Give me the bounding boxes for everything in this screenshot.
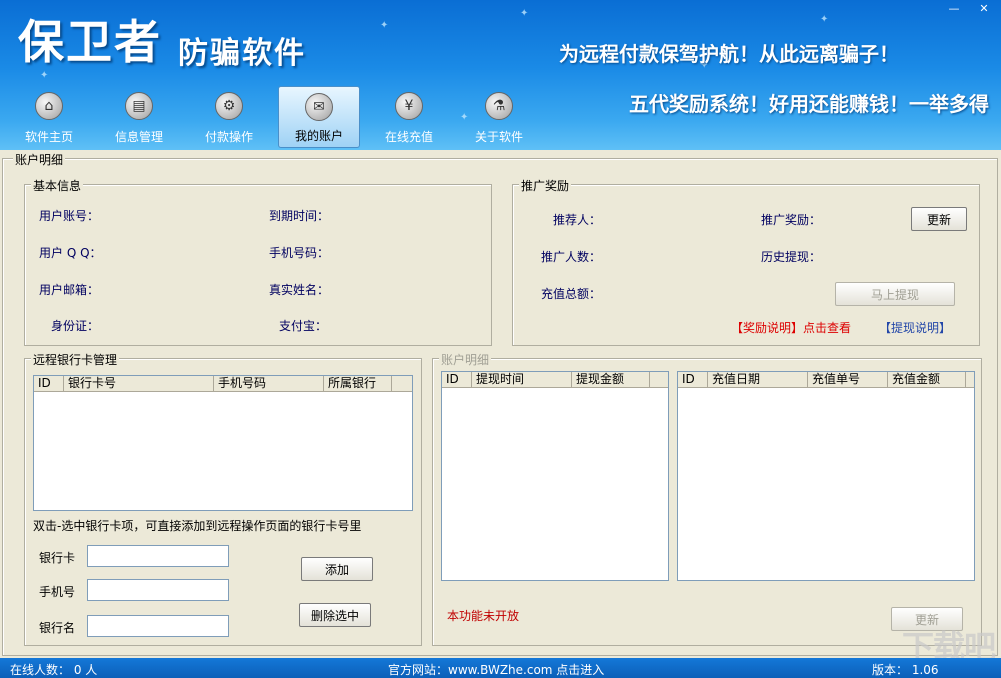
column-header[interactable]: 充值金额 xyxy=(888,372,966,387)
delete-selected-button[interactable]: 删除选中 xyxy=(299,603,371,627)
column-header[interactable]: ID xyxy=(442,372,472,387)
recharge-total-label: 充值总额： xyxy=(541,287,602,301)
column-header[interactable]: 所属银行 xyxy=(324,376,392,391)
phone-input[interactable] xyxy=(87,579,229,601)
microscope-icon: ⚗ xyxy=(485,92,513,120)
nav-about[interactable]: ⚗ 关于软件 xyxy=(458,86,540,148)
nav-label: 关于软件 xyxy=(474,130,523,144)
account-detail-group: 账户明细 ID 提现时间 提现金额 ID 充值日期 充值单号 充值金额 本功能未… xyxy=(432,351,982,646)
website-link[interactable]: 官方网站：www.BWZhe.com 点击进入 xyxy=(388,661,604,678)
promo-refresh-button[interactable]: 更新 xyxy=(911,207,967,231)
minimize-button[interactable]: — xyxy=(943,2,965,16)
phone-field-label: 手机号 xyxy=(39,585,76,599)
realname-label: 真实姓名： xyxy=(269,283,330,297)
list-header: ID 银行卡号 手机号码 所属银行 xyxy=(34,376,412,392)
card-number-input[interactable] xyxy=(87,545,229,567)
reward-note-link[interactable]: 【奖励说明】点击查看 xyxy=(731,319,851,336)
bank-card-group: 远程银行卡管理 ID 银行卡号 手机号码 所属银行 双击-选中银行卡项，可直接添… xyxy=(24,351,422,646)
nav-label: 付款操作 xyxy=(204,130,253,144)
list-header: ID 充值日期 充值单号 充值金额 xyxy=(678,372,974,388)
withdraw-now-button[interactable]: 马上提现 xyxy=(835,282,955,306)
promo-reward-group: 推广奖励 推荐人： 推广奖励： 更新 推广人数： 历史提现： 充值总额： 马上提… xyxy=(512,177,980,346)
promo-count-label: 推广人数： xyxy=(541,250,602,264)
account-label: 用户账号： xyxy=(39,209,100,223)
nav-info-manage[interactable]: ▤ 信息管理 xyxy=(98,86,180,148)
slogan-secondary: 五代奖励系统！好用还能赚钱！一举多得 xyxy=(629,92,989,116)
group-title: 账户明细 xyxy=(439,351,492,368)
online-count: 在线人数： 0 人 xyxy=(10,663,98,677)
list-header: ID 提现时间 提现金额 xyxy=(442,372,668,388)
yen-icon: ¥ xyxy=(395,92,423,120)
panel-title: 账户明细 xyxy=(13,151,66,168)
sparkle-decor: ✦ xyxy=(520,8,529,19)
column-header[interactable]: 手机号码 xyxy=(214,376,324,391)
column-header[interactable]: 充值日期 xyxy=(708,372,808,387)
column-header[interactable]: ID xyxy=(678,372,708,387)
bank-name-input[interactable] xyxy=(87,615,229,637)
nav-label: 在线充值 xyxy=(384,130,433,144)
main-nav: ⌂ 软件主页 ▤ 信息管理 ⚙ 付款操作 ✉ 我的账户 ¥ 在线充值 ⚗ 关于软… xyxy=(8,86,548,148)
bank-card-list[interactable]: ID 银行卡号 手机号码 所属银行 xyxy=(33,375,413,511)
recharge-list[interactable]: ID 充值日期 充值单号 充值金额 xyxy=(677,371,975,581)
slogan-primary: 为远程付款保驾护航！从此远离骗子！ xyxy=(559,42,899,66)
bankname-label: 银行名 xyxy=(39,621,76,635)
card-label: 银行卡 xyxy=(39,551,76,565)
bank-hint-text: 双击-选中银行卡项，可直接添加到远程操作页面的银行卡号里 xyxy=(33,519,362,533)
column-header[interactable]: 提现时间 xyxy=(472,372,572,387)
close-button[interactable]: ✕ xyxy=(973,2,995,16)
nav-recharge[interactable]: ¥ 在线充值 xyxy=(368,86,450,148)
reward-label: 推广奖励： xyxy=(761,213,822,227)
nav-home[interactable]: ⌂ 软件主页 xyxy=(8,86,90,148)
app-header: ✦ ✦ ✦ ✦ ✦ ✦ 保卫者 防骗软件 为远程付款保驾护航！从此远离骗子！ 五… xyxy=(0,0,1001,150)
withdraw-list[interactable]: ID 提现时间 提现金额 xyxy=(441,371,669,581)
qq-label: 用户 Q Q： xyxy=(39,246,102,260)
status-bar: 在线人数： 0 人 官方网站：www.BWZhe.com 点击进入 版本： 1.… xyxy=(0,658,1001,678)
version-text: 版本： 1.06 xyxy=(872,663,939,677)
idcard-label: 身份证： xyxy=(51,319,100,333)
column-header[interactable]: 充值单号 xyxy=(808,372,888,387)
sparkle-decor: ✦ xyxy=(380,20,389,31)
document-icon: ▤ xyxy=(125,92,153,120)
nav-label: 软件主页 xyxy=(24,130,73,144)
alipay-label: 支付宝： xyxy=(279,319,328,333)
app-logo-main: 保卫者 xyxy=(18,15,162,69)
history-withdraw-label: 历史提现： xyxy=(761,250,822,264)
phone-label: 手机号码： xyxy=(269,246,330,260)
home-icon: ⌂ xyxy=(35,92,63,120)
sparkle-decor: ✦ xyxy=(820,14,829,25)
add-card-button[interactable]: 添加 xyxy=(301,557,373,581)
gear-icon: ⚙ xyxy=(215,92,243,120)
withdraw-note-link[interactable]: 【提现说明】 xyxy=(879,319,951,336)
nav-my-account[interactable]: ✉ 我的账户 xyxy=(278,86,360,148)
group-title: 推广奖励 xyxy=(519,177,572,194)
group-title: 远程银行卡管理 xyxy=(31,351,120,368)
nav-label: 信息管理 xyxy=(114,130,163,144)
column-header[interactable]: 银行卡号 xyxy=(64,376,214,391)
column-header[interactable]: 提现金额 xyxy=(572,372,650,387)
expire-label: 到期时间： xyxy=(269,209,330,223)
window-controls: — ✕ xyxy=(943,2,995,16)
email-label: 用户邮箱： xyxy=(39,283,100,297)
app-logo-sub: 防骗软件 xyxy=(178,36,306,71)
referrer-label: 推荐人： xyxy=(553,213,602,227)
not-open-notice: 本功能未开放 xyxy=(447,609,520,623)
group-title: 基本信息 xyxy=(31,177,84,194)
basic-info-group: 基本信息 用户账号： 到期时间： 用户 Q Q： 手机号码： 用户邮箱： 真实姓… xyxy=(24,177,492,346)
nav-label: 我的账户 xyxy=(294,129,343,143)
column-header[interactable]: ID xyxy=(34,376,64,391)
nav-payment[interactable]: ⚙ 付款操作 xyxy=(188,86,270,148)
mail-icon: ✉ xyxy=(305,93,333,121)
